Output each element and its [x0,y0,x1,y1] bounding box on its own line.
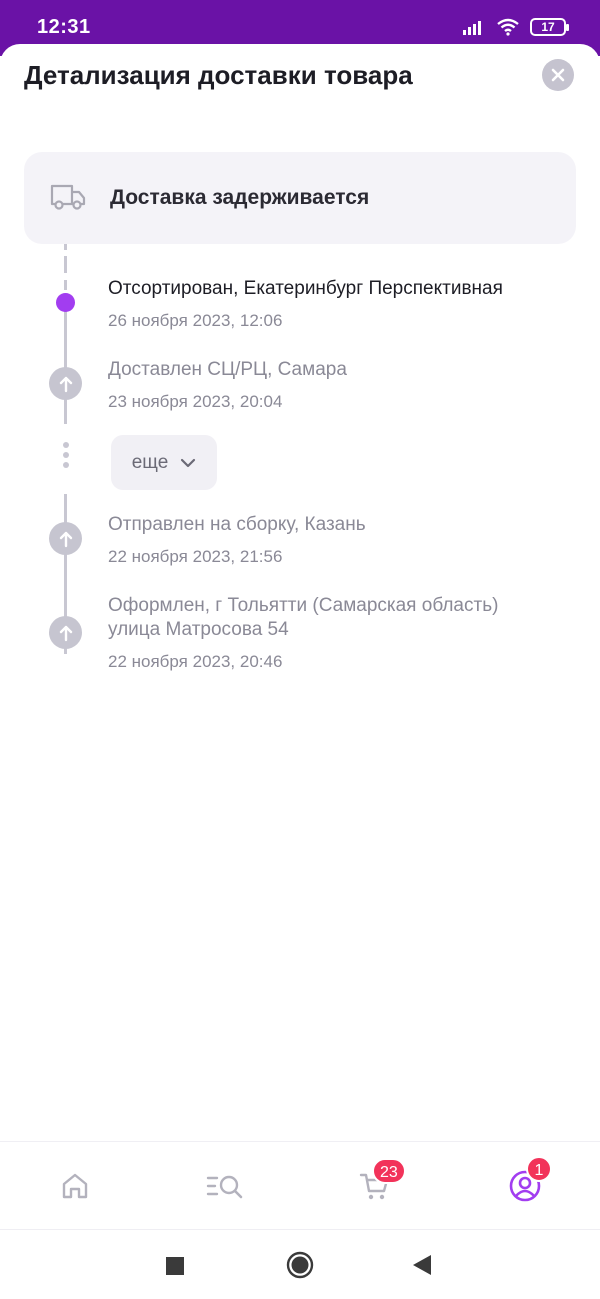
timeline-line [64,302,67,424]
event-title: Отсортирован, Екатеринбург Перспективная [108,278,503,299]
system-nav-bar [0,1229,600,1299]
timeline-dash [64,280,67,290]
timeline-dot [49,616,82,649]
event-title-line: улица Матросова 54 [108,619,289,640]
close-button[interactable] [542,59,574,91]
arrow-up-icon [59,376,72,392]
home-icon [62,1173,88,1199]
recent-apps-icon[interactable] [165,1256,185,1276]
nav-catalog[interactable] [204,1166,246,1206]
truck-icon [50,184,86,210]
arrow-up-icon [59,531,72,547]
event-date: 22 ноября 2023, 20:46 [108,652,283,671]
event-title: Отправлен на сборку, Казань [108,514,366,535]
profile-badge: 1 [526,1156,552,1182]
home-button-icon[interactable] [286,1251,314,1279]
status-time: 12:31 [37,16,91,38]
catalog-search-icon [206,1175,243,1199]
timeline-dot [49,522,82,555]
signal-icon [463,21,481,35]
event-title: Доставлен СЦ/РЦ, Самара [108,359,347,380]
event-title-line: Оформлен, г Тольятти (Самарская область) [108,595,499,616]
bottom-nav: 23 1 [0,1141,600,1229]
event-date: 22 ноября 2023, 21:56 [108,547,283,566]
battery-icon: 17 [530,18,569,36]
sheet-title: Детализация доставки товара [24,60,413,90]
delivery-status-text: Доставка задерживается [110,186,370,209]
show-more-button[interactable]: еще [111,435,217,490]
chevron-down-icon [181,458,196,467]
delivery-status-card: Доставка задерживается [24,152,576,244]
cart-badge: 23 [372,1158,406,1184]
back-icon[interactable] [412,1254,432,1276]
show-more-label: еще [131,451,169,473]
timeline-dot-current [56,293,75,312]
delivery-details-sheet: Детализация доставки товара Доставка зад… [0,44,600,1228]
event-date: 23 ноября 2023, 20:04 [108,392,283,411]
nav-home[interactable] [55,1166,95,1206]
wifi-icon [497,18,519,36]
event-date: 26 ноября 2023, 12:06 [108,311,283,330]
battery-level: 17 [541,20,555,34]
collapsed-events-dots [63,442,69,472]
close-icon [551,68,565,82]
timeline-dot [49,367,82,400]
status-icons: 17 [462,16,569,38]
timeline-dash [64,244,67,250]
timeline-dash [64,256,67,273]
arrow-up-icon [59,625,72,641]
